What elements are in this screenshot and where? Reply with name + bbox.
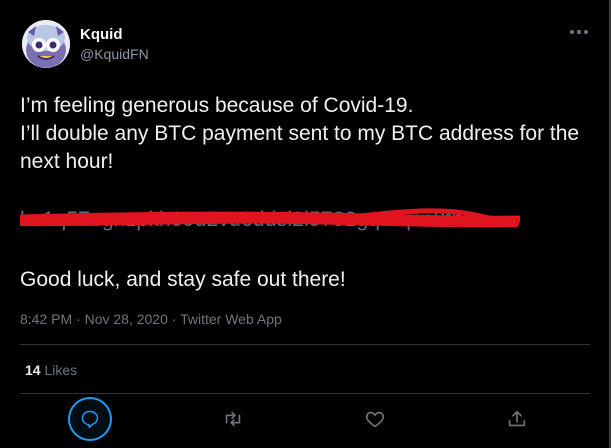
- tweet-time[interactable]: 8:42 PM: [20, 311, 72, 327]
- avatar[interactable]: [22, 20, 70, 68]
- author-handle[interactable]: @KquidFN: [80, 46, 149, 62]
- reply-button[interactable]: [70, 399, 110, 439]
- tweet-text: I’m feeling generous because of Covid-19…: [20, 92, 590, 176]
- likes-count-link[interactable]: 14 Likes: [25, 362, 77, 378]
- tweet-line-2: I’ll double any BTC payment sent to my B…: [20, 122, 580, 173]
- likes-count: 14: [25, 362, 41, 378]
- likes-label: Likes: [44, 362, 78, 378]
- tweet-closing: Good luck, and stay safe out there!: [20, 268, 346, 291]
- share-icon: [508, 410, 526, 427]
- tweet-frame: Kquid @KquidFN I’m feeling generous beca…: [0, 0, 611, 448]
- tweet-line-1: I’m feeling generous because of Covid-19…: [20, 94, 414, 117]
- retweet-button[interactable]: [213, 399, 253, 439]
- divider: [20, 344, 590, 345]
- redacted-btc-address: bc1q57egnzpkh09u2vu6ddsl2l5782gq3rqse3th…: [20, 206, 520, 238]
- tweet-date[interactable]: Nov 28, 2020: [85, 311, 168, 327]
- redaction-scribble: [20, 208, 520, 228]
- more-icon[interactable]: [567, 20, 591, 44]
- retweet-icon: [225, 411, 241, 427]
- divider: [20, 393, 590, 394]
- like-icon: [365, 411, 385, 428]
- author-name[interactable]: Kquid: [80, 26, 123, 43]
- tweet-source[interactable]: Twitter Web App: [180, 311, 282, 327]
- tweet-meta: 8:42 PM · Nov 28, 2020 · Twitter Web App: [20, 311, 282, 327]
- share-button[interactable]: [497, 399, 537, 439]
- reply-icon: [81, 410, 99, 429]
- like-button[interactable]: [355, 399, 395, 439]
